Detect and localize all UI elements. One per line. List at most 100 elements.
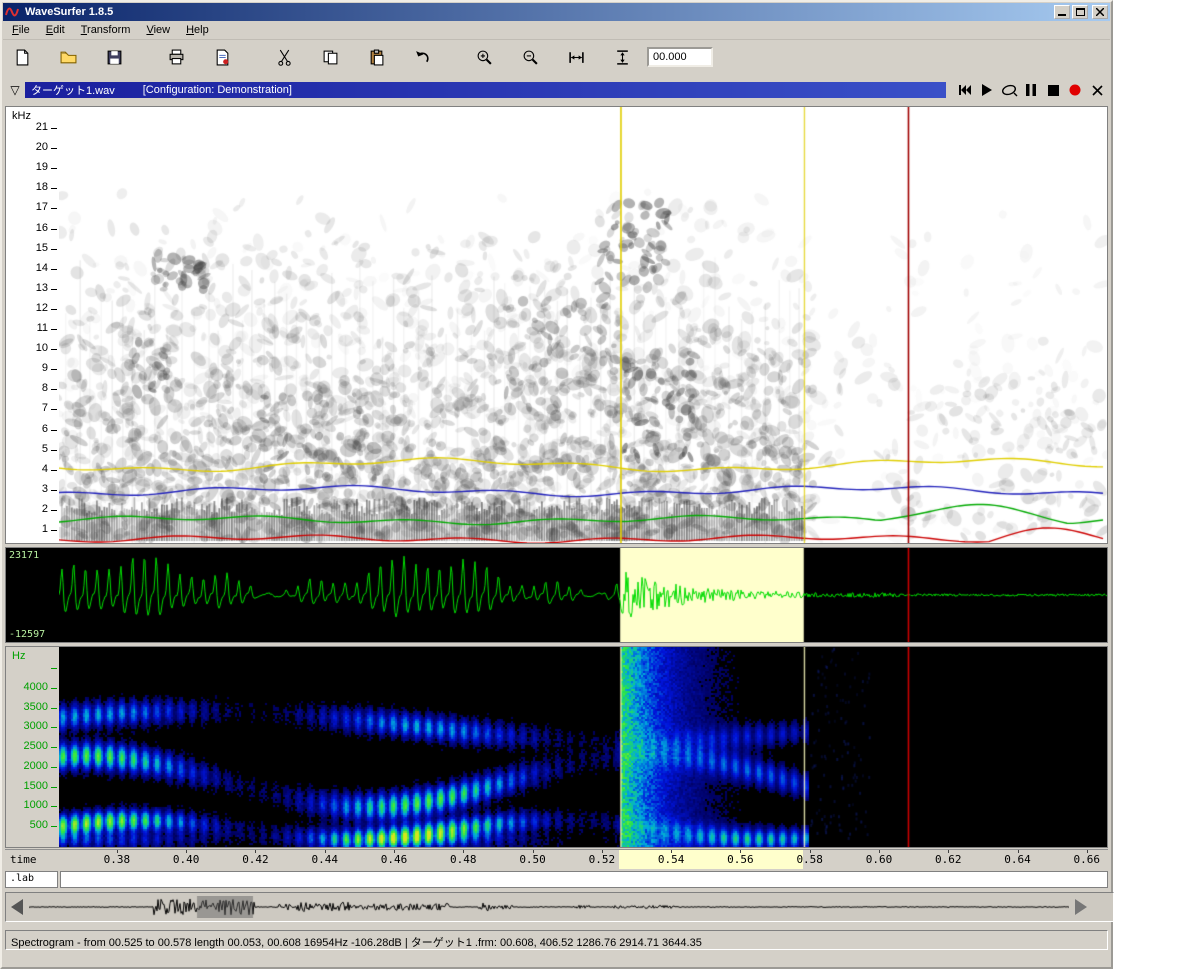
pane-filename: ターゲット1.wav [31, 82, 115, 98]
spectrogram-top-canvas[interactable] [59, 107, 1107, 543]
menu-help[interactable]: Help [178, 22, 217, 38]
pane-header: ▽ ターゲット1.wav [Configuration: Demonstrati… [5, 81, 1108, 99]
time-ticks: 0.380.400.420.440.460.480.500.520.540.56… [58, 850, 1108, 869]
overview-canvas[interactable] [29, 896, 1069, 918]
khz-tick-label: 11 [37, 322, 48, 334]
zoom-all-icon [614, 49, 631, 66]
khz-tick-mark [51, 490, 57, 491]
minimize-button[interactable] [1054, 5, 1070, 19]
zoom-out-icon [522, 49, 539, 66]
spectrogram-top-panel: kHz 212019181716151413121110987654321 [5, 106, 1108, 544]
transport-controls [954, 82, 1108, 98]
print-button[interactable] [161, 43, 191, 71]
loop-button[interactable] [998, 82, 1020, 98]
waveform-min-label: -12597 [9, 629, 45, 640]
khz-tick-mark [51, 128, 57, 129]
khz-axis-unit: kHz [12, 110, 31, 122]
zoom-in-button[interactable] [469, 43, 499, 71]
hz-axis: Hz 4000350030002500200015001000500 [6, 647, 59, 847]
khz-tick-mark [51, 369, 57, 370]
printer-icon [168, 49, 185, 66]
menu-view[interactable]: View [138, 22, 178, 38]
hz-tick-label: 500 [30, 819, 48, 831]
spectrogram-bottom-canvas[interactable] [59, 647, 1107, 847]
copy-icon [322, 49, 339, 66]
overview-scrollbar [5, 892, 1114, 922]
open-button[interactable] [53, 43, 83, 71]
new-document-icon [14, 49, 31, 66]
menu-edit[interactable]: Edit [38, 22, 73, 38]
zoom-in-icon [476, 49, 493, 66]
close-button[interactable] [1092, 5, 1108, 19]
lab-transcription-field[interactable] [60, 871, 1108, 888]
lab-label: .lab [5, 871, 58, 888]
time-tick-label: 0.58 [790, 853, 830, 866]
toolbar [3, 40, 1110, 74]
hz-tick-label: 4000 [24, 681, 48, 693]
khz-tick-mark [51, 409, 57, 410]
khz-tick-label: 20 [36, 141, 48, 153]
stop-button[interactable] [1042, 82, 1064, 98]
cursor-time-input[interactable] [647, 47, 713, 67]
app-icon [5, 6, 21, 18]
khz-tick-mark [51, 148, 57, 149]
khz-tick-label: 14 [36, 262, 48, 274]
pane-collapse-icon[interactable]: ▽ [5, 82, 25, 98]
app-window: WaveSurfer 1.8.5 FileEditTransformViewHe… [0, 0, 1113, 969]
pause-button[interactable] [1020, 82, 1042, 98]
spectrogram-bottom-panel: Hz 4000350030002500200015001000500 [5, 646, 1108, 848]
save-floppy-icon [106, 49, 123, 66]
time-axis-label: time [5, 850, 58, 869]
scroll-right-arrow-icon[interactable] [1075, 899, 1087, 915]
zoom-out-button[interactable] [515, 43, 545, 71]
khz-tick-label: 18 [36, 181, 48, 193]
titlebar: WaveSurfer 1.8.5 [3, 3, 1110, 21]
hz-tick-mark [51, 767, 57, 768]
waveform-canvas[interactable] [59, 548, 1107, 642]
khz-tick-mark [51, 530, 57, 531]
play-button[interactable] [976, 82, 998, 98]
khz-tick-label: 10 [36, 342, 48, 354]
record-button[interactable] [1064, 82, 1086, 98]
undo-button[interactable] [407, 43, 437, 71]
hz-tick-mark [51, 806, 57, 807]
play-icon [981, 84, 993, 96]
close-pane-button[interactable] [1086, 82, 1108, 98]
zoom-selection-icon [568, 49, 585, 66]
time-tick-label: 0.66 [1067, 853, 1107, 866]
khz-tick-mark [51, 450, 57, 451]
loop-icon [1001, 84, 1018, 97]
zoom-all-button[interactable] [607, 43, 637, 71]
new-button[interactable] [7, 43, 37, 71]
skip-to-start-button[interactable] [954, 82, 976, 98]
scroll-left-arrow-icon[interactable] [11, 899, 23, 915]
copy-button[interactable] [315, 43, 345, 71]
properties-button[interactable] [207, 43, 237, 71]
pane-configuration: [Configuration: Demonstration] [143, 84, 292, 96]
cut-button[interactable] [269, 43, 299, 71]
paste-button[interactable] [361, 43, 391, 71]
hz-tick-mark [51, 688, 57, 689]
time-selection-highlight [619, 850, 803, 869]
waveform-axis: 23171 -12597 [6, 548, 59, 642]
time-tick-label: 0.40 [166, 853, 206, 866]
cut-scissors-icon [276, 49, 293, 66]
khz-tick-mark [51, 510, 57, 511]
window-title: WaveSurfer 1.8.5 [25, 6, 1052, 18]
hz-tick-label: 3000 [24, 720, 48, 732]
waveform-max-label: 23171 [9, 550, 39, 561]
maximize-icon [1076, 8, 1085, 16]
khz-tick-mark [51, 470, 57, 471]
menu-file[interactable]: File [4, 22, 38, 38]
khz-tick-label: 13 [36, 282, 48, 294]
zoom-selection-button[interactable] [561, 43, 591, 71]
undo-arrow-icon [414, 49, 431, 66]
pause-icon [1026, 84, 1036, 96]
hz-tick-label: 2000 [24, 760, 48, 772]
time-tick-label: 0.48 [443, 853, 483, 866]
maximize-button[interactable] [1072, 5, 1088, 19]
time-tick-label: 0.44 [305, 853, 345, 866]
save-button[interactable] [99, 43, 129, 71]
paste-clipboard-icon [368, 49, 385, 66]
menu-transform[interactable]: Transform [73, 22, 139, 38]
